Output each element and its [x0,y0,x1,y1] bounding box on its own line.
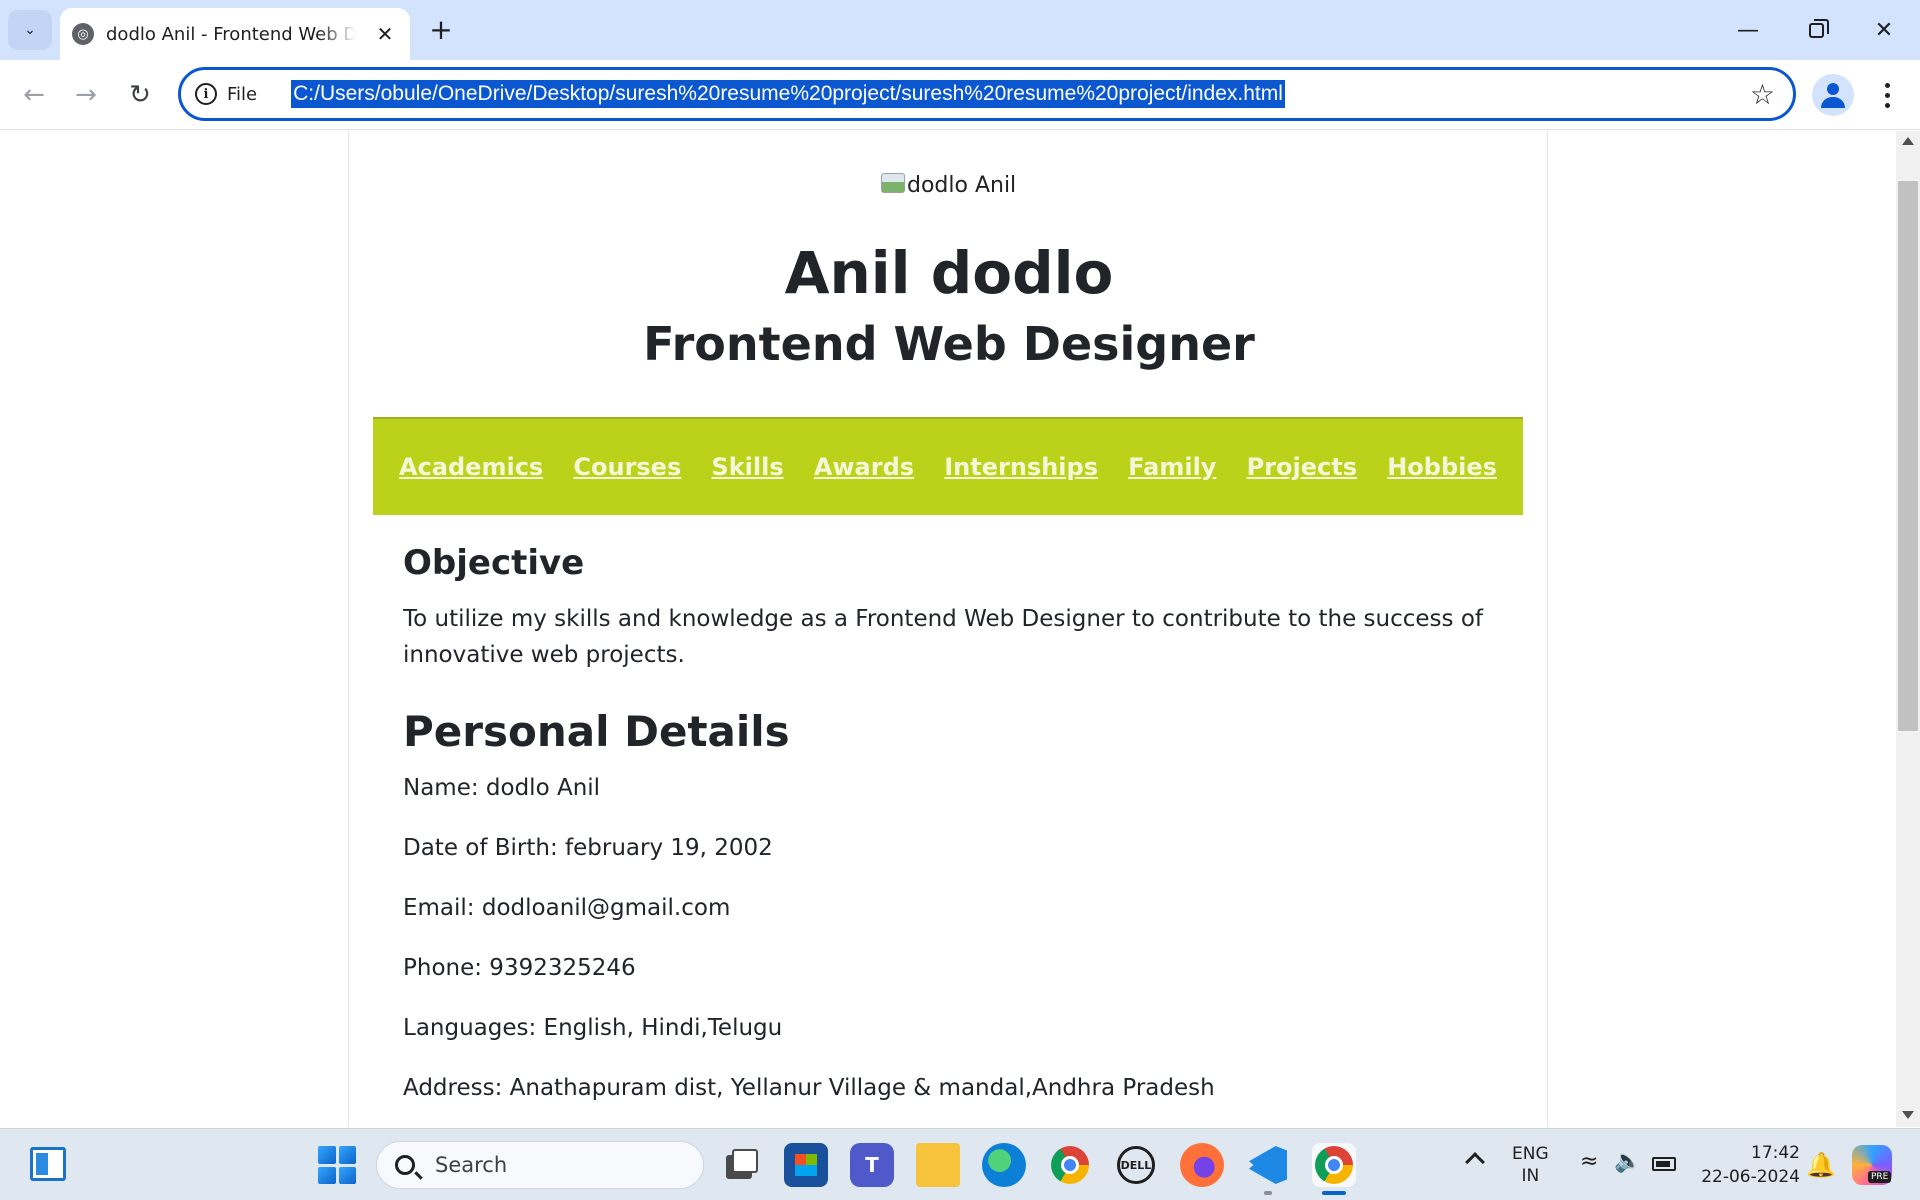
detail-languages: Languages: English, Hindi,Telugu [403,1015,783,1041]
pre-badge: PRE [1868,1171,1892,1183]
reload-icon[interactable]: ↻ [120,75,160,115]
scroll-thumb[interactable] [1898,181,1918,731]
task-view-icon[interactable] [718,1143,762,1187]
close-window-icon[interactable]: ✕ [1854,8,1914,52]
widgets-icon[interactable] [30,1147,66,1181]
profile-icon[interactable] [1812,74,1854,116]
volume-icon[interactable]: 🔈 [1614,1149,1641,1174]
scroll-down-icon[interactable] [1902,1111,1914,1119]
taskbar-search[interactable]: Search [376,1141,704,1189]
edge-icon[interactable] [982,1143,1026,1187]
detail-name: Name: dodlo Anil [403,775,601,801]
scroll-up-icon[interactable] [1902,137,1914,145]
teams-icon[interactable]: T [850,1143,894,1187]
browser-tab-active[interactable]: ◎ dodlo Anil - Frontend Web Designer ✕ [60,8,410,60]
clock-time: 17:42 [1751,1143,1800,1163]
tab-strip: ⌄ ◎ dodlo Anil - Frontend Web Designer ✕… [0,0,1920,60]
browser-toolbar: ← → ↻ i File C:/Users/obule/OneDrive/Des… [0,60,1920,130]
forward-arrow-icon[interactable]: → [66,75,106,115]
page-viewport: dodlo Anil Anil dodlo Frontend Web Desig… [0,131,1896,1127]
url-scheme-label: File [227,83,258,105]
kebab-menu-icon[interactable] [1872,76,1902,114]
page-title: Anil dodlo [784,239,1114,307]
star-icon[interactable]: ☆ [1750,78,1775,111]
language-indicator[interactable]: ENG IN [1512,1143,1549,1187]
region-code: IN [1521,1166,1540,1186]
tab-search-icon[interactable]: ⌄ [8,10,52,50]
detail-address: Address: Anathapuram dist, Yellanur Vill… [403,1075,1215,1101]
nav-link-internships[interactable]: Internships [944,453,1098,481]
detail-dob: Date of Birth: february 19, 2002 [403,835,773,861]
profile-image-alt: dodlo Anil [907,173,1017,198]
resume-container: dodlo Anil Anil dodlo Frontend Web Desig… [348,131,1548,1127]
clock-date: 22-06-2024 [1701,1167,1800,1187]
dell-icon[interactable]: DELL [1114,1143,1158,1187]
start-icon[interactable] [318,1146,356,1184]
taskbar: Search T DELL ENG IN ≈ 🔈 17:42 22-06-202… [0,1128,1920,1200]
language-code: ENG [1512,1144,1549,1164]
back-arrow-icon[interactable]: ← [14,75,54,115]
personal-details-heading: Personal Details [403,707,790,756]
nav-link-awards[interactable]: Awards [814,453,914,481]
active-indicator [1322,1191,1346,1195]
battery-icon[interactable] [1652,1157,1676,1171]
resume-nav: Academics Courses Skills Awards Internsh… [373,417,1523,515]
page-scrollbar[interactable] [1896,131,1920,1127]
nav-link-hobbies[interactable]: Hobbies [1387,453,1497,481]
file-explorer-icon[interactable] [916,1143,960,1187]
detail-phone: Phone: 9392325246 [403,955,636,981]
tab-title: dodlo Anil - Frontend Web Designer [106,23,356,45]
search-label: Search [435,1153,508,1177]
profile-image: dodlo Anil [881,172,1017,198]
notification-bell-icon[interactable]: 🔔 [1806,1151,1836,1179]
nav-link-skills[interactable]: Skills [711,453,783,481]
clock[interactable]: 17:42 22-06-2024 [1700,1141,1800,1189]
info-icon[interactable]: i [195,83,217,105]
nav-link-courses[interactable]: Courses [573,453,681,481]
detail-email: Email: dodloanil@gmail.com [403,895,731,921]
microsoft-store-icon[interactable] [784,1143,828,1187]
running-indicator [1264,1191,1272,1195]
nav-link-academics[interactable]: Academics [399,453,543,481]
vscode-icon[interactable] [1246,1143,1290,1187]
objective-text: To utilize my skills and knowledge as a … [403,606,1483,668]
chrome-icon[interactable] [1048,1143,1092,1187]
nav-link-family[interactable]: Family [1128,453,1216,481]
wifi-icon[interactable]: ≈ [1580,1149,1598,1174]
maximize-icon[interactable] [1786,8,1846,52]
minimize-icon[interactable]: — [1718,8,1778,52]
chevron-up-icon[interactable] [1465,1152,1485,1172]
broken-image-icon [881,172,905,193]
globe-icon: ◎ [72,23,94,45]
url-input[interactable]: C:/Users/obule/OneDrive/Desktop/suresh%2… [291,80,1285,108]
objective-heading: Objective [403,543,585,583]
address-bar[interactable]: i File C:/Users/obule/OneDrive/Desktop/s… [178,67,1796,121]
close-icon[interactable]: ✕ [372,22,398,46]
new-tab-button[interactable]: + [424,14,458,48]
nav-link-projects[interactable]: Projects [1247,453,1357,481]
search-icon [395,1155,415,1175]
chrome-icon-active[interactable] [1312,1143,1356,1187]
job-role: Frontend Web Designer [643,317,1255,371]
firefox-icon[interactable] [1180,1143,1224,1187]
